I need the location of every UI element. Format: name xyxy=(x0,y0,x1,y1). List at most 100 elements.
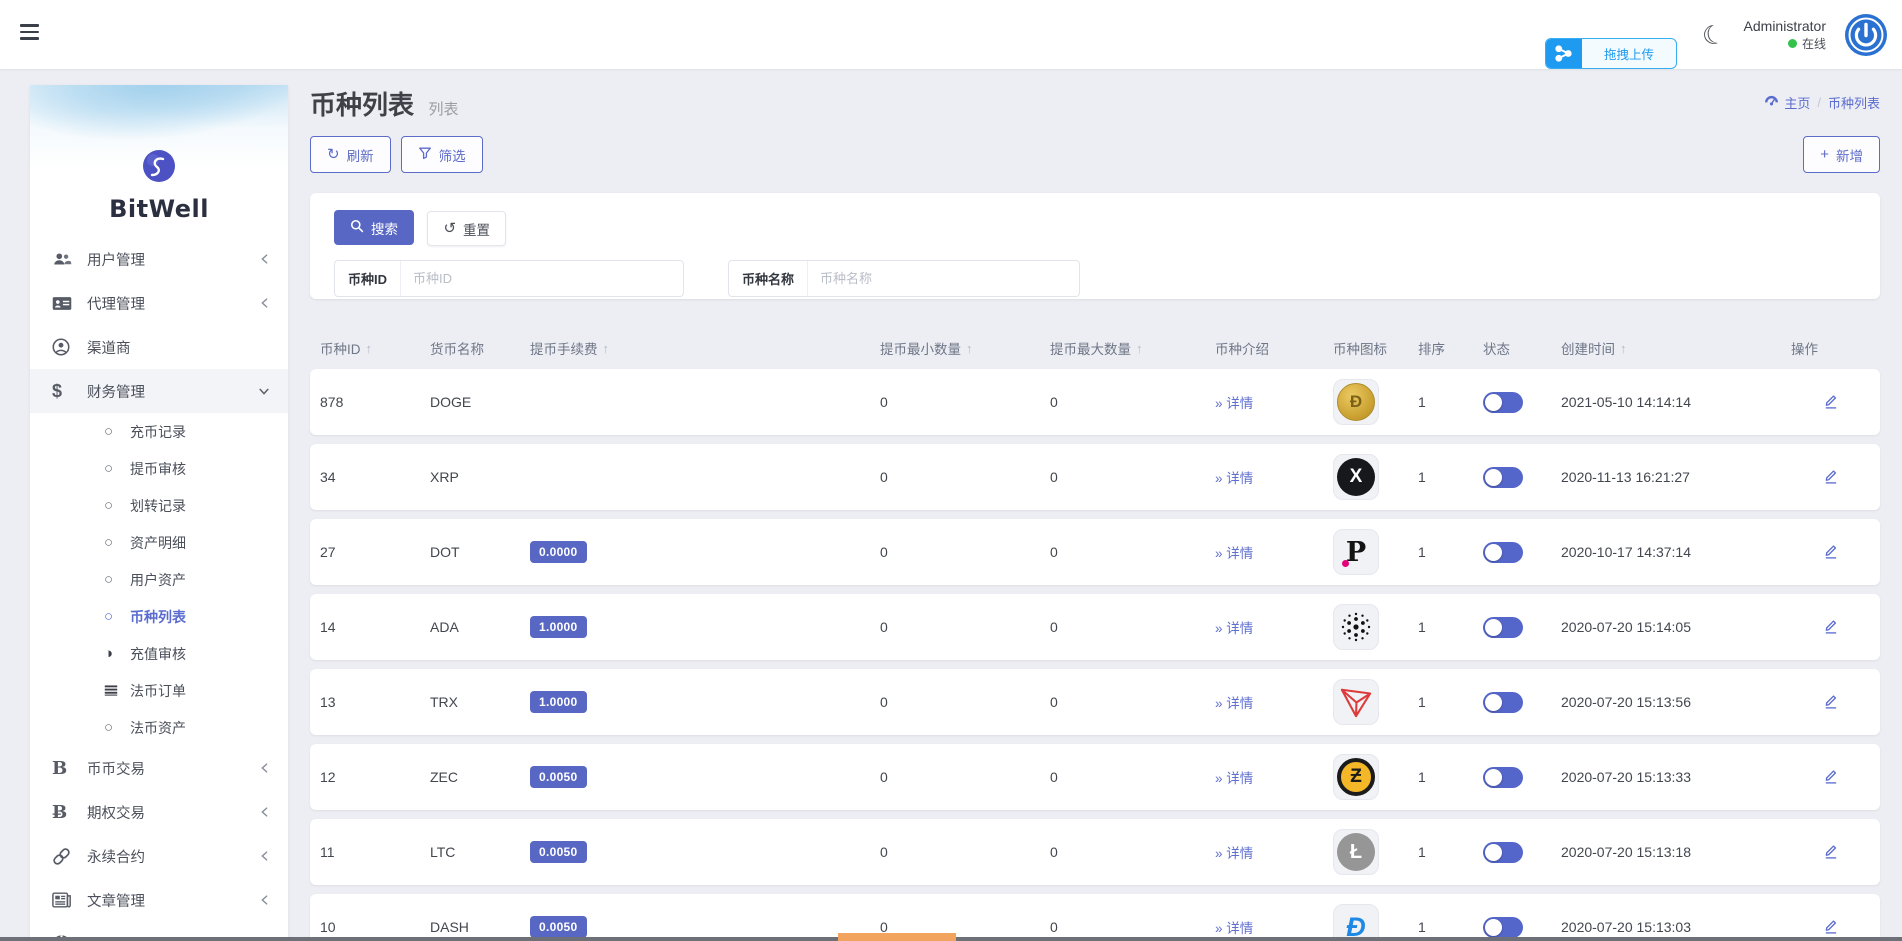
filter-label: 筛选 xyxy=(439,145,466,165)
cell-coin-id: 13 xyxy=(320,694,430,710)
dark-mode-moon-icon[interactable]: ☾ xyxy=(1700,19,1728,49)
cell-withdraw-max: 0 xyxy=(1050,544,1215,560)
sort-arrow-icon[interactable]: ↑ xyxy=(603,341,610,356)
sidebar-item-coin-trade[interactable]: B币币交易 xyxy=(30,746,288,790)
circle-icon: ○ xyxy=(104,461,130,476)
litecoin-icon: Ł xyxy=(1337,833,1375,871)
sidebar-item-label: 永续合约 xyxy=(87,846,258,867)
refresh-button[interactable]: ↻ 刷新 xyxy=(310,136,391,173)
column-header-10[interactable]: 创建时间↑ xyxy=(1561,338,1791,358)
sidebar-subitem-label: 法币订单 xyxy=(130,681,186,701)
column-label: 币种图标 xyxy=(1333,338,1387,358)
user-avatar[interactable] xyxy=(1844,13,1888,57)
filter-button[interactable]: 筛选 xyxy=(401,136,483,173)
sidebar-item-channel-merchant[interactable]: 渠道商 xyxy=(30,325,288,369)
user-status: 在线 xyxy=(1744,36,1826,52)
cell-sort: 1 xyxy=(1418,694,1483,710)
sort-arrow-icon[interactable]: ↑ xyxy=(1620,341,1627,356)
sidebar-item-transfer-records[interactable]: ○划转记录 xyxy=(30,487,288,524)
sidebar-item-agent-management[interactable]: 代理管理 xyxy=(30,281,288,325)
cell-coin-id: 878 xyxy=(320,394,430,410)
sidebar-item-asset-details[interactable]: ○资产明细 xyxy=(30,524,288,561)
cell-created-time: 2021-05-10 14:14:14 xyxy=(1561,394,1791,410)
sidebar-item-options-trade[interactable]: Ƀ期权交易 xyxy=(30,790,288,834)
detail-link[interactable]: » 详情 xyxy=(1215,846,1253,861)
column-header-4[interactable]: 提币最小数量↑ xyxy=(880,338,1050,358)
sort-arrow-icon[interactable]: ↑ xyxy=(1136,341,1143,356)
status-toggle[interactable] xyxy=(1483,842,1523,863)
sidebar-item-user-assets[interactable]: ○用户资产 xyxy=(30,561,288,598)
coin-id-input[interactable] xyxy=(401,261,683,296)
add-button[interactable]: + 新增 xyxy=(1803,136,1880,173)
cell-created-time: 2020-07-20 15:14:05 xyxy=(1561,619,1791,635)
horizontal-scrollbar-thumb[interactable] xyxy=(838,933,956,941)
edit-icon[interactable] xyxy=(1822,842,1839,863)
status-toggle[interactable] xyxy=(1483,692,1523,713)
bitwell-logo-icon xyxy=(139,147,179,187)
search-button[interactable]: 搜索 xyxy=(334,210,414,245)
breadcrumb-current[interactable]: 币种列表 xyxy=(1828,93,1880,112)
toggle-knob xyxy=(1485,469,1502,486)
status-toggle[interactable] xyxy=(1483,617,1523,638)
sidebar-item-fiat-orders[interactable]: 法币订单 xyxy=(30,672,288,709)
sidebar-item-perpetual-contract[interactable]: 永续合约 xyxy=(30,834,288,878)
edit-icon[interactable] xyxy=(1822,917,1839,938)
sort-arrow-icon[interactable]: ↑ xyxy=(366,341,373,356)
cell-coin-id: 12 xyxy=(320,769,430,785)
status-toggle[interactable] xyxy=(1483,767,1523,788)
column-header-5[interactable]: 提币最大数量↑ xyxy=(1050,338,1215,358)
detail-link[interactable]: » 详情 xyxy=(1215,921,1253,936)
edit-icon[interactable] xyxy=(1822,542,1839,563)
toggle-knob xyxy=(1485,919,1502,936)
chevron-down-icon xyxy=(258,386,270,397)
sidebar-item-recharge-review[interactable]: ◑充值审核 xyxy=(30,635,288,672)
hamburger-menu-icon[interactable] xyxy=(20,24,44,44)
detail-link[interactable]: » 详情 xyxy=(1215,771,1253,786)
coin-id-field-label: 币种ID xyxy=(335,261,401,296)
breadcrumb: 主页 / 币种列表 xyxy=(1764,93,1880,112)
column-header-3[interactable]: 提币手续费↑ xyxy=(530,338,880,358)
detail-link[interactable]: » 详情 xyxy=(1215,396,1253,411)
edit-icon[interactable] xyxy=(1822,617,1839,638)
breadcrumb-home-link[interactable]: 主页 xyxy=(1764,93,1810,112)
breadcrumb-separator: / xyxy=(1817,95,1821,110)
status-toggle[interactable] xyxy=(1483,542,1523,563)
sidebar-subitem-label: 法币资产 xyxy=(130,718,186,738)
status-toggle[interactable] xyxy=(1483,392,1523,413)
edit-icon[interactable] xyxy=(1822,692,1839,713)
doge-icon: Ð xyxy=(1337,383,1375,421)
sidebar-item-withdraw-review[interactable]: ○提币审核 xyxy=(30,450,288,487)
edit-icon[interactable] xyxy=(1822,467,1839,488)
sidebar-item-coin-list[interactable]: ○币种列表 xyxy=(30,598,288,635)
detail-link[interactable]: » 详情 xyxy=(1215,621,1253,636)
cell-coin-id: 14 xyxy=(320,619,430,635)
detail-link[interactable]: » 详情 xyxy=(1215,696,1253,711)
column-header-1[interactable]: 币种ID↑ xyxy=(320,338,430,358)
cell-withdraw-max: 0 xyxy=(1050,844,1215,860)
edit-icon[interactable] xyxy=(1822,392,1839,413)
coin-table: 878DOGE00» 详情Ð12021-05-10 14:14:1434XRP0… xyxy=(310,369,1880,941)
cell-coin-icon: Ð xyxy=(1333,379,1418,425)
cell-status xyxy=(1483,917,1561,938)
table-row: 878DOGE00» 详情Ð12021-05-10 14:14:14 xyxy=(310,369,1880,435)
sidebar-item-user-management[interactable]: 用户管理 xyxy=(30,237,288,281)
status-toggle[interactable] xyxy=(1483,467,1523,488)
sidebar-item-deposit-records[interactable]: ○充币记录 xyxy=(30,413,288,450)
sidebar-item-finance-management[interactable]: $财务管理 xyxy=(30,369,288,413)
sort-arrow-icon[interactable]: ↑ xyxy=(966,341,973,356)
coin-icon-tile: Ɖ xyxy=(1333,904,1379,941)
table-row: 13TRX1.000000» 详情12020-07-20 15:13:56 xyxy=(310,669,1880,735)
sidebar-item-article-management[interactable]: 文章管理 xyxy=(30,878,288,922)
coin-name-input[interactable] xyxy=(808,261,1079,296)
drag-upload-button[interactable]: 拖拽上传 xyxy=(1545,38,1677,69)
coin-name-field-group: 币种名称 xyxy=(728,260,1080,297)
column-label: 货币名称 xyxy=(430,338,484,358)
reset-button[interactable]: ↺ 重置 xyxy=(427,211,506,246)
edit-icon[interactable] xyxy=(1822,767,1839,788)
detail-link[interactable]: » 详情 xyxy=(1215,471,1253,486)
sidebar-item-fiat-assets[interactable]: ○法币资产 xyxy=(30,709,288,746)
toggle-knob xyxy=(1485,619,1502,636)
detail-link[interactable]: » 详情 xyxy=(1215,546,1253,561)
status-toggle[interactable] xyxy=(1483,917,1523,938)
search-fields: 币种ID 币种名称 xyxy=(334,260,1856,297)
